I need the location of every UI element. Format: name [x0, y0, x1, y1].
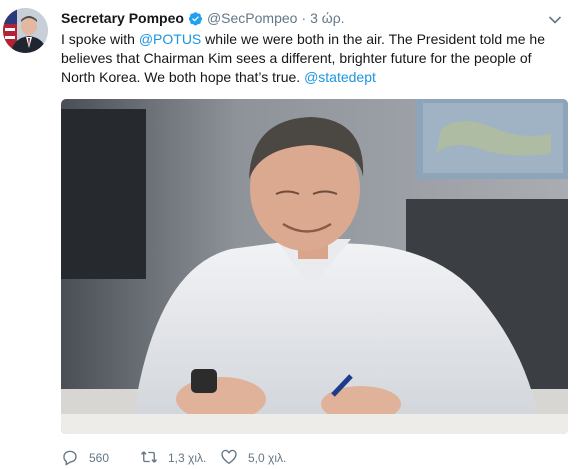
tweet-text-line-1: I spoke with @POTUS while we were both i…: [61, 30, 561, 49]
reply-icon: [61, 448, 79, 469]
tweet-timestamp[interactable]: 3 ώρ.: [310, 10, 344, 26]
like-count: 5,0 χιλ.: [248, 451, 287, 465]
mention-statedept-link[interactable]: @statedept: [304, 69, 376, 85]
separator-dot: ·: [301, 10, 307, 26]
avatar[interactable]: [3, 8, 48, 53]
reply-count: 560: [89, 451, 110, 465]
retweet-count: 1,3 χιλ.: [168, 451, 207, 465]
author-handle[interactable]: @SecPompeo: [207, 10, 297, 26]
verified-badge-icon: [188, 11, 203, 26]
text-segment: North Korea. We both hope that’s true.: [61, 69, 305, 85]
tweet-text-line-2: believes that Chairman Kim sees a differ…: [61, 50, 532, 66]
like-button[interactable]: 5,0 χιλ.: [220, 448, 286, 469]
author-name[interactable]: Secretary Pompeo: [61, 10, 184, 26]
tweet-header: Secretary Pompeo @SecPompeo · 3 ώρ.: [61, 8, 345, 28]
tweet-text: I spoke with @POTUS while we were both i…: [61, 30, 561, 87]
text-segment: while we were both in the air. The Presi…: [201, 31, 545, 47]
tweet-photo[interactable]: [61, 99, 568, 434]
chevron-down-icon[interactable]: [548, 12, 562, 24]
tweet-actions: 560 1,3 χιλ. 5,0 χιλ.: [61, 448, 286, 468]
heart-icon: [220, 448, 238, 469]
retweet-button[interactable]: 1,3 χιλ.: [140, 448, 220, 469]
text-segment: I spoke with: [61, 31, 139, 47]
reply-button[interactable]: 560: [61, 448, 140, 469]
retweet-icon: [140, 448, 158, 469]
mention-potus-link[interactable]: @POTUS: [139, 31, 201, 47]
tweet-text-line-3: North Korea. We both hope that’s true. @…: [61, 68, 561, 87]
